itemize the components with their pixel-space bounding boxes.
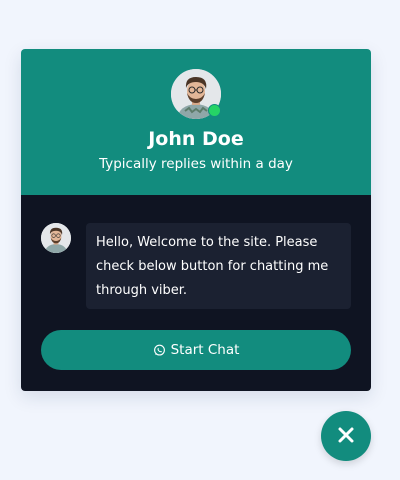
agent-avatar-wrap [171, 69, 221, 119]
close-icon [337, 426, 355, 447]
agent-name: John Doe [148, 128, 244, 150]
chat-body: Hello, Welcome to the site. Please check… [21, 195, 371, 391]
message-avatar [41, 223, 71, 253]
start-chat-button[interactable]: Start Chat [41, 330, 351, 370]
chat-widget: John Doe Typically replies within a day … [21, 49, 371, 391]
message-bubble: Hello, Welcome to the site. Please check… [86, 223, 351, 309]
agent-status-text: Typically replies within a day [99, 156, 293, 172]
online-status-dot [208, 104, 221, 117]
whatsapp-icon [153, 344, 166, 357]
chat-header: John Doe Typically replies within a day [21, 49, 371, 195]
close-chat-button[interactable] [321, 411, 371, 461]
start-chat-label: Start Chat [170, 342, 240, 358]
message-text: Hello, Welcome to the site. Please check… [96, 235, 329, 298]
